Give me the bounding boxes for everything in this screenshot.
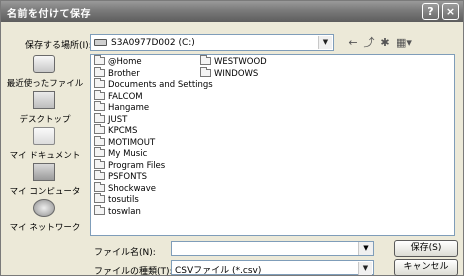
list-item[interactable]: FALCOM [94, 89, 213, 104]
place-my-network[interactable]: マイ ネットワーク [5, 199, 85, 235]
places-bar: 最近使ったファイル デスクトップ マイ ドキュメント マイ コンピュータ マイ … [5, 55, 85, 237]
filename-input[interactable] [171, 241, 374, 256]
place-label: 最近使ったファイル [6, 79, 84, 89]
list-item[interactable]: tosutils [94, 193, 213, 207]
file-list[interactable]: @Home Brother Documents and Settings FAL… [90, 54, 455, 236]
recent-documents-icon [33, 55, 55, 73]
place-my-computer[interactable]: マイ コンピュータ [5, 163, 85, 199]
list-item[interactable]: toswlan [94, 204, 213, 219]
file-list-column-2: WESTWOOD WINDOWS [200, 55, 267, 81]
folder-icon [94, 158, 105, 169]
folder-icon [200, 55, 211, 65]
filetype-dropdown[interactable]: CSVファイル (*.csv) ▼ [171, 260, 374, 276]
list-item[interactable]: Hangame [94, 101, 213, 115]
close-button[interactable]: × [442, 3, 459, 20]
title-bar[interactable]: 名前を付けて保存 ? × [1, 1, 463, 22]
folder-icon [94, 147, 105, 157]
back-button[interactable]: ← [346, 34, 360, 51]
folder-icon [200, 66, 211, 77]
folder-icon [94, 124, 105, 134]
my-computer-icon [33, 163, 55, 181]
help-button[interactable]: ? [422, 3, 439, 20]
list-item[interactable]: @Home [94, 55, 213, 69]
chevron-down-icon[interactable]: ▼ [358, 242, 373, 255]
folder-icon [94, 193, 105, 203]
folder-icon [94, 135, 105, 146]
place-label: マイ ドキュメント [9, 151, 81, 161]
place-label: マイ コンピュータ [9, 187, 81, 197]
folder-icon [94, 55, 105, 65]
list-item[interactable]: JUST [94, 112, 213, 127]
filename-label: ファイル名(N): [94, 248, 156, 258]
hard-drive-icon [94, 39, 107, 46]
folder-icon [94, 112, 105, 123]
list-item[interactable]: My Music [94, 147, 213, 161]
file-list-column-1: @Home Brother Documents and Settings FAL… [94, 55, 213, 219]
list-item[interactable]: WINDOWS [200, 66, 267, 81]
folder-icon [94, 66, 105, 77]
folder-icon [94, 101, 105, 111]
up-folder-button[interactable]: ⤴ [362, 34, 376, 51]
list-item[interactable]: Documents and Settings [94, 78, 213, 92]
chevron-down-icon[interactable]: ▼ [318, 36, 332, 49]
place-label: デスクトップ [19, 115, 71, 125]
save-as-dialog: 名前を付けて保存 ? × 保存する場所(I): S3A0977D002 (C:)… [0, 0, 464, 277]
list-item[interactable]: MOTIMOUT [94, 135, 213, 150]
new-folder-button[interactable]: ✱ [378, 34, 392, 51]
cancel-button[interactable]: キャンセル [394, 259, 458, 276]
place-recent[interactable]: 最近使ったファイル [5, 55, 85, 91]
list-item[interactable]: Brother [94, 66, 213, 81]
place-my-documents[interactable]: マイ ドキュメント [5, 127, 85, 163]
folder-icon [94, 204, 105, 215]
filetype-value: CSVファイル (*.csv) [175, 266, 262, 276]
list-item[interactable]: KPCMS [94, 124, 213, 138]
list-item[interactable]: Shockwave [94, 181, 213, 196]
save-in-label: 保存する場所(I): [25, 41, 92, 51]
folder-icon [94, 170, 105, 180]
folder-icon [94, 181, 105, 192]
list-item[interactable]: WESTWOOD [200, 55, 267, 69]
window-title: 名前を付けて保存 [7, 9, 91, 20]
desktop-icon [33, 91, 55, 109]
save-in-dropdown[interactable]: S3A0977D002 (C:) ▼ [90, 34, 334, 51]
folder-icon [94, 78, 105, 88]
place-desktop[interactable]: デスクトップ [5, 91, 85, 127]
place-label: マイ ネットワーク [9, 223, 81, 233]
my-network-icon [33, 199, 55, 217]
chevron-down-icon[interactable]: ▼ [358, 262, 372, 275]
list-item[interactable]: Program Files [94, 158, 213, 173]
filetype-label: ファイルの種類(T): [94, 267, 173, 277]
folder-icon [94, 89, 105, 100]
save-in-value: S3A0977D002 (C:) [111, 38, 195, 48]
my-documents-icon [33, 127, 55, 145]
save-button[interactable]: 保存(S) [394, 240, 458, 257]
list-item[interactable]: PSFONTS [94, 170, 213, 184]
views-menu-button[interactable]: ▦▾ [394, 34, 414, 51]
